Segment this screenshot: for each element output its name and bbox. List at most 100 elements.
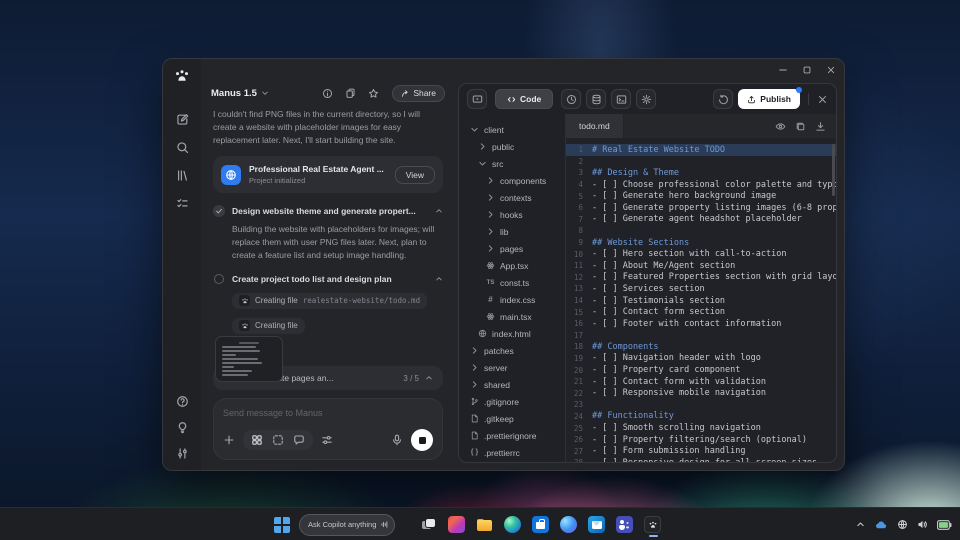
database-button[interactable]	[586, 89, 606, 109]
editor-scrollbar[interactable]	[832, 144, 835, 196]
file-tree-item-components[interactable]: components	[466, 172, 565, 189]
editor-line-22[interactable]: 22- [ ] Responsive mobile navigation	[566, 387, 836, 399]
code-tab-button[interactable]: Code	[495, 89, 553, 109]
copy-file-icon[interactable]	[795, 121, 806, 132]
editor-line-13[interactable]: 13- [ ] Services section	[566, 283, 836, 295]
file-tree-item-src[interactable]: src	[466, 155, 565, 172]
editor-line-14[interactable]: 14- [ ] Testimonials section	[566, 295, 836, 307]
file-tree-item-const.ts[interactable]: TSconst.ts	[466, 274, 565, 291]
editor-line-10[interactable]: 10- [ ] Hero section with call-to-action	[566, 248, 836, 260]
file-tree-item-App.tsx[interactable]: App.tsx	[466, 257, 565, 274]
file-tree-item-dot-prettierrc[interactable]: { }.prettierrc	[466, 444, 565, 461]
window-close-button[interactable]	[826, 65, 836, 75]
collapse-icon[interactable]	[435, 275, 443, 283]
file-tree-item-client[interactable]: client	[466, 121, 565, 138]
onedrive-icon[interactable]	[874, 519, 888, 531]
file-tree-item-index.css[interactable]: #index.css	[466, 291, 565, 308]
knowledge-icon[interactable]	[345, 88, 356, 99]
taskbar-search[interactable]: Ask Copilot anything	[299, 514, 395, 536]
file-tree-item-hooks[interactable]: hooks	[466, 206, 565, 223]
tool-action-pill[interactable]: Creating file realestate-website/todo.md	[232, 293, 427, 309]
preview-file-icon[interactable]	[775, 121, 786, 132]
apps-button[interactable]	[272, 434, 284, 446]
view-button[interactable]: View	[395, 166, 435, 184]
settings-button[interactable]	[636, 89, 656, 109]
info-icon[interactable]	[322, 88, 333, 99]
edge-taskbar-button[interactable]	[504, 516, 521, 533]
editor-line-25[interactable]: 25- [ ] Smooth scrolling navigation	[566, 422, 836, 434]
task-view-taskbar-button[interactable]	[420, 516, 437, 533]
editor-line-20[interactable]: 20- [ ] Property card component	[566, 364, 836, 376]
editor-line-3[interactable]: 3## Design & Theme	[566, 167, 836, 179]
file-tree-item-dot-gitignore[interactable]: .gitignore	[466, 393, 565, 410]
tray-expand-icon[interactable]	[856, 520, 865, 529]
code-editor[interactable]: 1# Real Estate Website TODO23## Design &…	[566, 138, 836, 462]
editor-line-5[interactable]: 5- [ ] Generate hero background image	[566, 190, 836, 202]
file-tree-item-shared[interactable]: shared	[466, 376, 565, 393]
search-icon[interactable]	[176, 141, 189, 154]
publish-button[interactable]: Publish	[738, 89, 800, 109]
preview-button[interactable]	[467, 89, 487, 109]
editor-line-7[interactable]: 7- [ ] Generate agent headshot placehold…	[566, 214, 836, 226]
editor-line-18[interactable]: 18## Components	[566, 341, 836, 353]
step-row[interactable]: Design website theme and generate proper…	[213, 205, 443, 217]
network-icon[interactable]	[897, 519, 908, 530]
editor-line-24[interactable]: 24## Functionality	[566, 411, 836, 423]
close-panel-button[interactable]	[817, 94, 828, 105]
editor-line-23[interactable]: 23	[566, 399, 836, 411]
outlook-taskbar-button[interactable]	[588, 516, 605, 533]
restore-checkpoint-button[interactable]	[713, 89, 733, 109]
stop-button[interactable]	[411, 429, 433, 451]
file-explorer-taskbar-button[interactable]	[476, 516, 493, 533]
file-tree-item-patches[interactable]: patches	[466, 342, 565, 359]
file-tree-item-dot-gitkeep[interactable]: .gitkeep	[466, 410, 565, 427]
battery-icon[interactable]	[937, 520, 952, 530]
new-task-icon[interactable]	[176, 113, 189, 126]
favorite-icon[interactable]	[368, 88, 379, 99]
editor-line-26[interactable]: 26- [ ] Property filtering/search (optio…	[566, 434, 836, 446]
file-tree-item-contexts[interactable]: contexts	[466, 189, 565, 206]
share-button[interactable]: Share	[392, 85, 445, 102]
file-tree-item-pages[interactable]: pages	[466, 240, 565, 257]
editor-line-9[interactable]: 9## Website Sections	[566, 237, 836, 249]
file-tree-item-index.html[interactable]: index.html	[466, 325, 565, 342]
tools-button[interactable]	[321, 434, 333, 446]
editor-line-11[interactable]: 11- [ ] About Me/Agent section	[566, 260, 836, 272]
editor-line-17[interactable]: 17	[566, 330, 836, 342]
microsoft-store-taskbar-button[interactable]	[532, 516, 549, 533]
editor-line-19[interactable]: 19- [ ] Navigation header with logo	[566, 353, 836, 365]
voice-input-button[interactable]	[391, 434, 403, 446]
m365-copilot-taskbar-button[interactable]	[448, 516, 465, 533]
file-tree-item-lib[interactable]: lib	[466, 223, 565, 240]
file-tree-item-dot-prettierignore[interactable]: .prettierignore	[466, 427, 565, 444]
window-maximize-button[interactable]	[802, 65, 812, 75]
file-tree-item-public[interactable]: public	[466, 138, 565, 155]
preferences-icon[interactable]	[176, 447, 189, 460]
editor-line-8[interactable]: 8	[566, 225, 836, 237]
manus-taskbar-button[interactable]	[644, 516, 661, 533]
expand-icon[interactable]	[425, 374, 433, 382]
start-button[interactable]	[274, 517, 290, 533]
agent-mode-button[interactable]	[251, 434, 263, 446]
task-list-icon[interactable]	[176, 197, 189, 210]
message-input[interactable]	[223, 408, 433, 418]
editor-line-12[interactable]: 12- [ ] Featured Properties section with…	[566, 272, 836, 284]
file-tree-item-server[interactable]: server	[466, 359, 565, 376]
model-selector[interactable]: Manus 1.5	[211, 88, 257, 99]
file-tree-item-components.json[interactable]: { }components.json	[466, 461, 565, 462]
history-button[interactable]	[561, 89, 581, 109]
window-minimize-button[interactable]	[778, 65, 788, 75]
teams-taskbar-button[interactable]	[616, 516, 633, 533]
file-preview-thumbnail[interactable]	[215, 336, 283, 382]
copilot-taskbar-button[interactable]	[560, 516, 577, 533]
editor-line-21[interactable]: 21- [ ] Contact form with validation	[566, 376, 836, 388]
editor-line-15[interactable]: 15- [ ] Contact form section	[566, 306, 836, 318]
ideas-icon[interactable]	[176, 421, 189, 434]
tool-action-pill[interactable]: Creating file	[232, 318, 305, 334]
editor-line-1[interactable]: 1# Real Estate Website TODO	[566, 144, 836, 156]
file-tree-item-main.tsx[interactable]: main.tsx	[466, 308, 565, 325]
chat-mode-button[interactable]	[293, 434, 305, 446]
terminal-button[interactable]	[611, 89, 631, 109]
volume-icon[interactable]	[917, 519, 928, 530]
editor-line-4[interactable]: 4- [ ] Choose professional color palette…	[566, 179, 836, 191]
